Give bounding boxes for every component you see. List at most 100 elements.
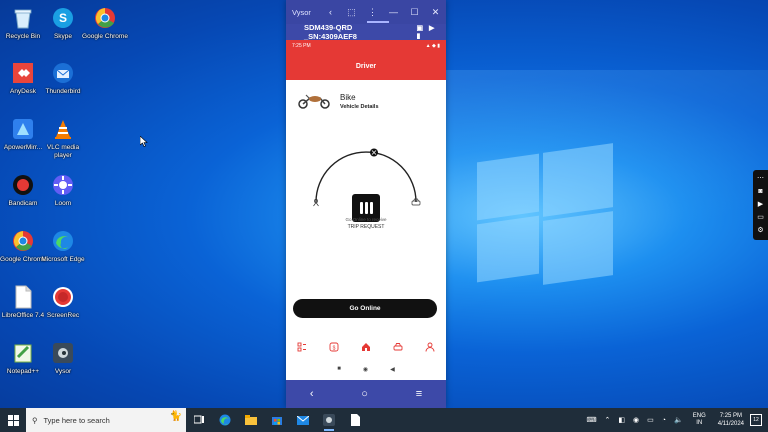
vysor-window: Vysor ‹ ⬚ ⋮ — ☐ ✕ SDM439-QRD _SN:4309AEF… — [286, 0, 446, 408]
vysor-device-actions-icon[interactable]: ▣ ▶ ▮ — [417, 24, 447, 40]
mouse-cursor-icon — [139, 134, 148, 152]
vysor-back-icon[interactable]: ‹ — [310, 388, 314, 400]
android-home-icon[interactable]: ◉ — [363, 366, 368, 373]
android-back-icon[interactable]: ◀ — [390, 366, 395, 373]
tray-app-icon[interactable]: ◧ — [618, 416, 625, 424]
nav-vehicle-icon[interactable] — [391, 340, 405, 354]
notification-count: 12 — [753, 417, 759, 423]
nav-profile-icon[interactable] — [423, 340, 437, 354]
vysor-window-title: Vysor — [292, 7, 311, 17]
app-bar: Driver — [286, 52, 446, 80]
task-view-icon[interactable] — [186, 408, 212, 432]
go-online-button[interactable]: Go Online — [293, 299, 437, 318]
nav-trips-icon[interactable] — [295, 340, 309, 354]
vysor-minimize-icon[interactable]: — — [383, 7, 404, 17]
loom-icon — [50, 172, 76, 198]
vysor-icon — [50, 340, 76, 366]
search-icon: ⚲ — [32, 415, 38, 425]
thunderbird-icon — [50, 60, 76, 86]
toolbar-camera-icon[interactable]: ◙ — [758, 188, 762, 196]
desktop-icon-loom[interactable]: Loom — [40, 172, 86, 208]
vysor-device-bar: SDM439-QRD _SN:4309AEF8 ▣ ▶ ▮ — [286, 23, 447, 41]
android-recents-icon[interactable]: ■ — [337, 366, 341, 372]
vysor-title-bar: Vysor ‹ ⬚ ⋮ — ☐ ✕ — [286, 0, 446, 24]
gauge-caption: Go Online to receive — [345, 217, 387, 222]
svg-text:$: $ — [333, 346, 336, 352]
taskbar-vysor-icon[interactable] — [316, 408, 342, 432]
tray-volume-icon[interactable]: 🔈 — [674, 416, 683, 424]
toolbar-settings-icon[interactable]: ⚙ — [757, 227, 763, 235]
desktop-icon-microsoft-edge[interactable]: Microsoft Edge — [40, 228, 86, 264]
taskbar-search-box[interactable]: ⚲ Type here to search 🐈 — [26, 408, 186, 432]
phone-status-time: 7:25 PM — [292, 43, 311, 49]
vysor-menu-icon[interactable]: ⋮ — [362, 7, 383, 18]
desktop-icon-vysor[interactable]: Vysor — [40, 340, 86, 376]
desktop-icon-thunderbird[interactable]: Thunderbird — [40, 60, 86, 96]
vysor-close-icon[interactable]: ✕ — [425, 7, 446, 18]
clock-date: 4/11/2024 — [717, 421, 744, 427]
nav-home-icon[interactable] — [359, 340, 373, 354]
vehicle-details-link[interactable]: Vehicle Details — [340, 104, 379, 110]
tray-wifi-icon[interactable]: ◔ — [662, 417, 666, 424]
desktop-icon-label: Thunderbird — [45, 88, 81, 95]
lang-line2: IN — [696, 420, 703, 426]
vysor-home-icon[interactable]: ○ — [361, 388, 368, 400]
nav-wallet-icon[interactable]: $ — [327, 340, 341, 354]
toolbar-grip-icon[interactable]: ⋯ — [757, 175, 764, 183]
phone-status-icons: ▲ ◆ ▮ — [425, 43, 440, 49]
taskbar-file-explorer-icon[interactable] — [238, 408, 264, 432]
taskbar-edge-icon[interactable] — [212, 408, 238, 432]
taskbar: ⚲ Type here to search 🐈 ⌨ ⌃ ◧ ◉ ▭ ◔ 🔈 EN… — [0, 408, 768, 432]
app-bar-title: Driver — [355, 62, 377, 70]
desktop-icon-label: ScreenRec — [46, 312, 80, 319]
taskbar-document-icon[interactable] — [342, 408, 368, 432]
vlc-cone-icon — [50, 116, 76, 142]
apowermirror-icon — [10, 116, 36, 142]
lang-line1: ENG — [692, 413, 706, 419]
bike-icon — [298, 94, 330, 109]
clock-time: 7:25 PM — [719, 413, 743, 419]
recycle-bin-icon — [10, 5, 36, 31]
vysor-title-underline — [367, 21, 389, 23]
svg-text:S: S — [59, 11, 67, 25]
toolbar-window-icon[interactable]: ▭ — [757, 214, 764, 222]
start-button[interactable] — [0, 408, 26, 432]
chrome-icon — [10, 228, 36, 254]
phone-status-bar: 7:25 PM ▲ ◆ ▮ — [286, 40, 446, 52]
system-tray: ⌨ ⌃ ◧ ◉ ▭ ◔ 🔈 ENG IN 7:25 PM 4/11/2024 1… — [582, 408, 768, 432]
desktop-icon-label: Skype — [53, 33, 73, 40]
android-system-nav: ■ ◉ ◀ — [286, 360, 446, 378]
taskbar-mail-icon[interactable] — [290, 408, 316, 432]
vysor-expand-icon[interactable]: ⬚ — [341, 7, 362, 18]
vehicle-card[interactable]: Bike Vehicle Details — [296, 92, 379, 110]
notification-center-icon[interactable]: 12 — [750, 414, 762, 426]
tray-app2-icon[interactable]: ◉ — [633, 416, 639, 424]
tray-battery-icon[interactable]: ▭ — [647, 416, 654, 424]
windows-start-icon — [7, 414, 19, 426]
tray-keyboard-icon[interactable]: ⌨ — [586, 416, 596, 424]
desktop-icon-label: Google Chrome — [82, 33, 128, 40]
skype-icon: S — [50, 5, 76, 31]
tray-chevron-up-icon[interactable]: ⌃ — [605, 416, 611, 424]
vysor-menu-lines-icon[interactable]: ≡ — [416, 388, 422, 400]
tray-clock[interactable]: 7:25 PM 4/11/2024 — [718, 412, 744, 428]
desktop-icon-screenrec[interactable]: ScreenRec — [40, 284, 86, 320]
desktop-icon-skype[interactable]: S Skype — [40, 5, 86, 41]
notepadpp-icon — [10, 340, 36, 366]
vehicle-name: Bike — [340, 92, 356, 102]
desktop-icon-google-chrome[interactable]: Google Chrome — [82, 5, 128, 41]
floating-recorder-toolbar: ⋯ ◙ ▶ ▭ ⚙ — [753, 170, 768, 240]
taskbar-store-icon[interactable] — [264, 408, 290, 432]
vysor-back-icon[interactable]: ‹ — [320, 7, 341, 17]
tray-language[interactable]: ENG IN — [693, 413, 706, 427]
chrome-icon — [92, 5, 118, 31]
desktop-icon-label: VLC media player — [46, 144, 80, 159]
anydesk-icon — [10, 60, 36, 86]
toolbar-video-icon[interactable]: ▶ — [758, 201, 763, 209]
desktop-icon-vlc[interactable]: VLC media player — [40, 116, 86, 159]
vysor-device-name: SDM439-QRD _SN:4309AEF8 — [304, 23, 357, 41]
gauge-status: TRIP REQUEST — [347, 224, 385, 230]
desktop-icon-label: Microsoft Edge — [41, 256, 85, 263]
vysor-maximize-icon[interactable]: ☐ — [404, 7, 425, 18]
search-placeholder: Type here to search — [43, 415, 110, 425]
